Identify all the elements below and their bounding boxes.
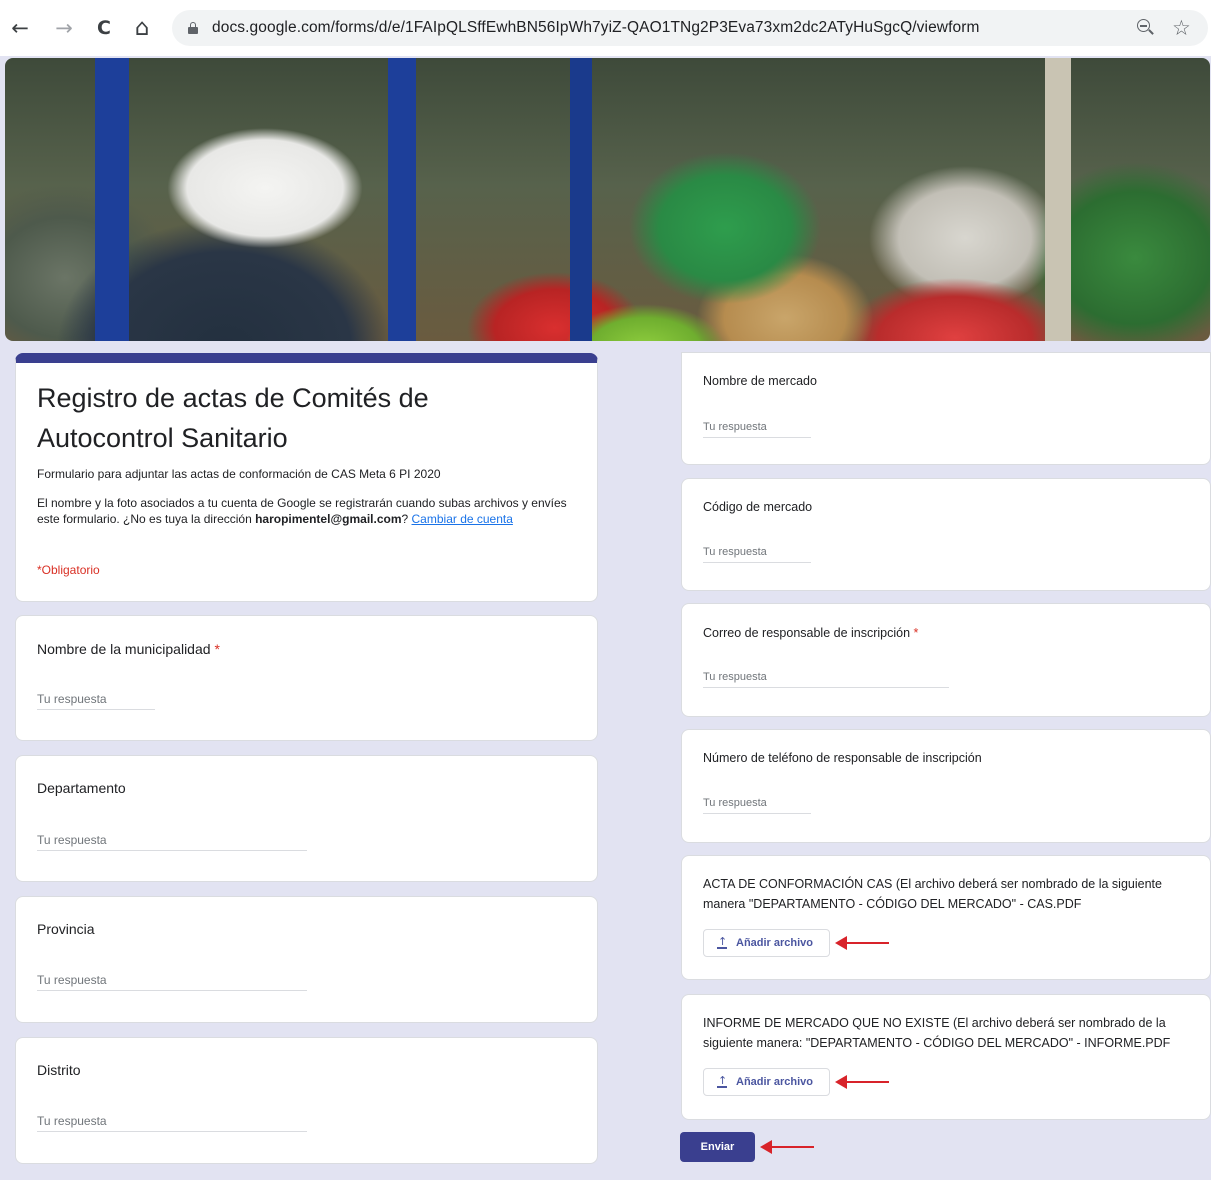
- red-arrow-annotation: [835, 1075, 889, 1089]
- account-email: haropimentel@gmail.com: [255, 512, 402, 526]
- add-file-label: Añadir archivo: [736, 1076, 814, 1088]
- nombre-mercado-input[interactable]: Tu respuesta: [703, 418, 811, 438]
- bookmark-star-icon[interactable]: ☆: [1172, 13, 1191, 43]
- question-card-departamento: Departamento Tu respuesta: [15, 755, 598, 882]
- upload-icon: ↑: [717, 1074, 728, 1088]
- form-header-card: Registro de actas de Comités de Autocont…: [15, 353, 598, 602]
- add-file-button[interactable]: ↑ Añadir archivo: [703, 929, 830, 957]
- reload-icon[interactable]: C: [92, 14, 116, 42]
- question-label: INFORME DE MERCADO QUE NO EXISTE (El arc…: [703, 1016, 1171, 1050]
- back-arrow-icon[interactable]: ←: [8, 14, 32, 42]
- red-arrow-annotation: [835, 936, 889, 950]
- form-description: Formulario para adjuntar las actas de co…: [37, 467, 441, 481]
- provincia-input[interactable]: Tu respuesta: [37, 971, 307, 991]
- distrito-input[interactable]: Tu respuesta: [37, 1112, 307, 1132]
- add-file-button[interactable]: ↑ Añadir archivo: [703, 1068, 830, 1096]
- telefono-input[interactable]: Tu respuesta: [703, 794, 811, 814]
- question-label: ACTA DE CONFORMACIÓN CAS (El archivo deb…: [703, 877, 1162, 911]
- municipalidad-input[interactable]: Tu respuesta: [37, 690, 155, 710]
- question-label: Provincia: [37, 921, 95, 937]
- url-text[interactable]: docs.google.com/forms/d/e/1FAIpQLSffEwhB…: [212, 10, 980, 46]
- correo-input[interactable]: Tu respuesta: [703, 668, 949, 688]
- change-account-link[interactable]: Cambiar de cuenta: [412, 512, 513, 526]
- question-label: Nombre de la municipalidad *: [37, 641, 220, 657]
- question-card-provincia: Provincia Tu respuesta: [15, 896, 598, 1023]
- departamento-input[interactable]: Tu respuesta: [37, 831, 307, 851]
- question-label: Departamento: [37, 780, 126, 796]
- question-card-telefono: Número de teléfono de responsable de ins…: [681, 729, 1211, 843]
- codigo-mercado-input[interactable]: Tu respuesta: [703, 543, 811, 563]
- question-label: Distrito: [37, 1062, 81, 1078]
- account-note: El nombre y la foto asociados a tu cuent…: [37, 496, 567, 526]
- submit-button[interactable]: Enviar: [680, 1132, 755, 1162]
- required-asterisk: *: [214, 641, 220, 657]
- question-card-nombre-mercado: Nombre de mercado Tu respuesta: [681, 352, 1211, 465]
- question-card-municipalidad: Nombre de la municipalidad * Tu respuest…: [15, 615, 598, 741]
- header-banner-image: [5, 58, 1210, 341]
- upload-card-informe: INFORME DE MERCADO QUE NO EXISTE (El arc…: [681, 994, 1211, 1120]
- question-label: Código de mercado: [703, 500, 813, 514]
- question-card-correo: Correo de responsable de inscripción * T…: [681, 603, 1211, 717]
- zoom-out-icon[interactable]: [1136, 18, 1156, 38]
- red-arrow-annotation: [760, 1140, 814, 1154]
- add-file-label: Añadir archivo: [736, 937, 814, 949]
- required-asterisk: *: [913, 626, 919, 640]
- required-note: *Obligatorio: [37, 563, 100, 577]
- question-card-codigo-mercado: Código de mercado Tu respuesta: [681, 478, 1211, 591]
- browser-toolbar: ← → C ⌂ docs.google.com/forms/d/e/1FAIpQ…: [0, 0, 1211, 56]
- question-label: Nombre de mercado: [703, 374, 817, 388]
- upload-icon: ↑: [717, 935, 728, 949]
- forward-arrow-icon[interactable]: →: [52, 14, 76, 42]
- home-icon[interactable]: ⌂: [130, 14, 154, 42]
- question-card-distrito: Distrito Tu respuesta: [15, 1037, 598, 1164]
- form-title: Registro de actas de Comités de Autocont…: [37, 383, 429, 453]
- address-bar[interactable]: docs.google.com/forms/d/e/1FAIpQLSffEwhB…: [172, 10, 1208, 46]
- question-label: Número de teléfono de responsable de ins…: [703, 751, 982, 765]
- question-label: Correo de responsable de inscripción *: [703, 626, 919, 640]
- lock-icon[interactable]: [188, 22, 198, 34]
- upload-card-acta: ACTA DE CONFORMACIÓN CAS (El archivo deb…: [681, 855, 1211, 980]
